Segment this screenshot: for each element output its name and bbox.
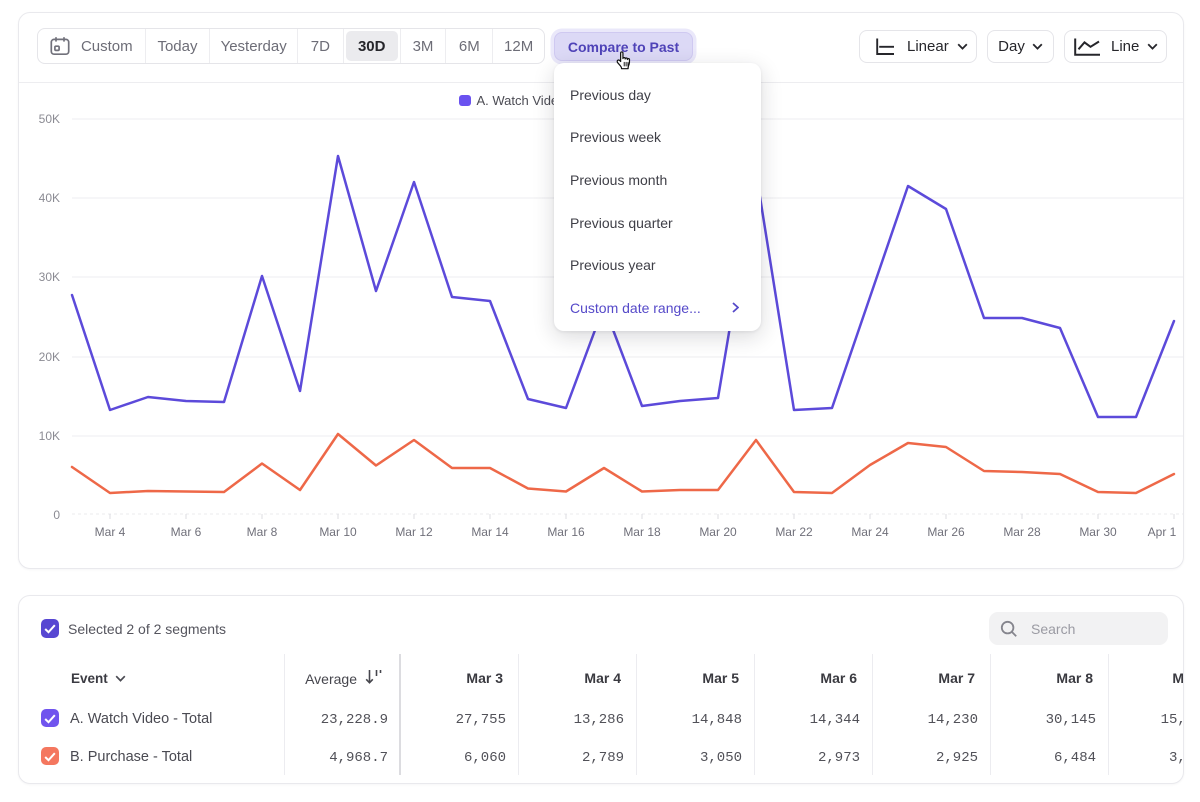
svg-text:Mar 8: Mar 8 xyxy=(247,525,278,539)
svg-text:Mar 18: Mar 18 xyxy=(623,525,661,539)
svg-text:Mar 14: Mar 14 xyxy=(471,525,509,539)
svg-text:Mar 22: Mar 22 xyxy=(775,525,813,539)
svg-text:50K: 50K xyxy=(39,112,60,126)
svg-text:Apr 1: Apr 1 xyxy=(1148,525,1177,539)
svg-text:Mar 12: Mar 12 xyxy=(395,525,433,539)
svg-text:40K: 40K xyxy=(39,191,60,205)
svg-text:Mar 16: Mar 16 xyxy=(547,525,585,539)
svg-text:Mar 10: Mar 10 xyxy=(319,525,357,539)
svg-text:Mar 24: Mar 24 xyxy=(851,525,889,539)
svg-text:20K: 20K xyxy=(39,350,60,364)
svg-text:30K: 30K xyxy=(39,270,60,284)
svg-text:Mar 26: Mar 26 xyxy=(927,525,965,539)
svg-text:0: 0 xyxy=(53,508,60,522)
svg-text:Mar 28: Mar 28 xyxy=(1003,525,1041,539)
svg-text:Mar 20: Mar 20 xyxy=(699,525,737,539)
svg-text:Mar 30: Mar 30 xyxy=(1079,525,1117,539)
svg-text:10K: 10K xyxy=(39,429,60,443)
svg-text:Mar 6: Mar 6 xyxy=(171,525,202,539)
svg-text:Mar 4: Mar 4 xyxy=(95,525,126,539)
